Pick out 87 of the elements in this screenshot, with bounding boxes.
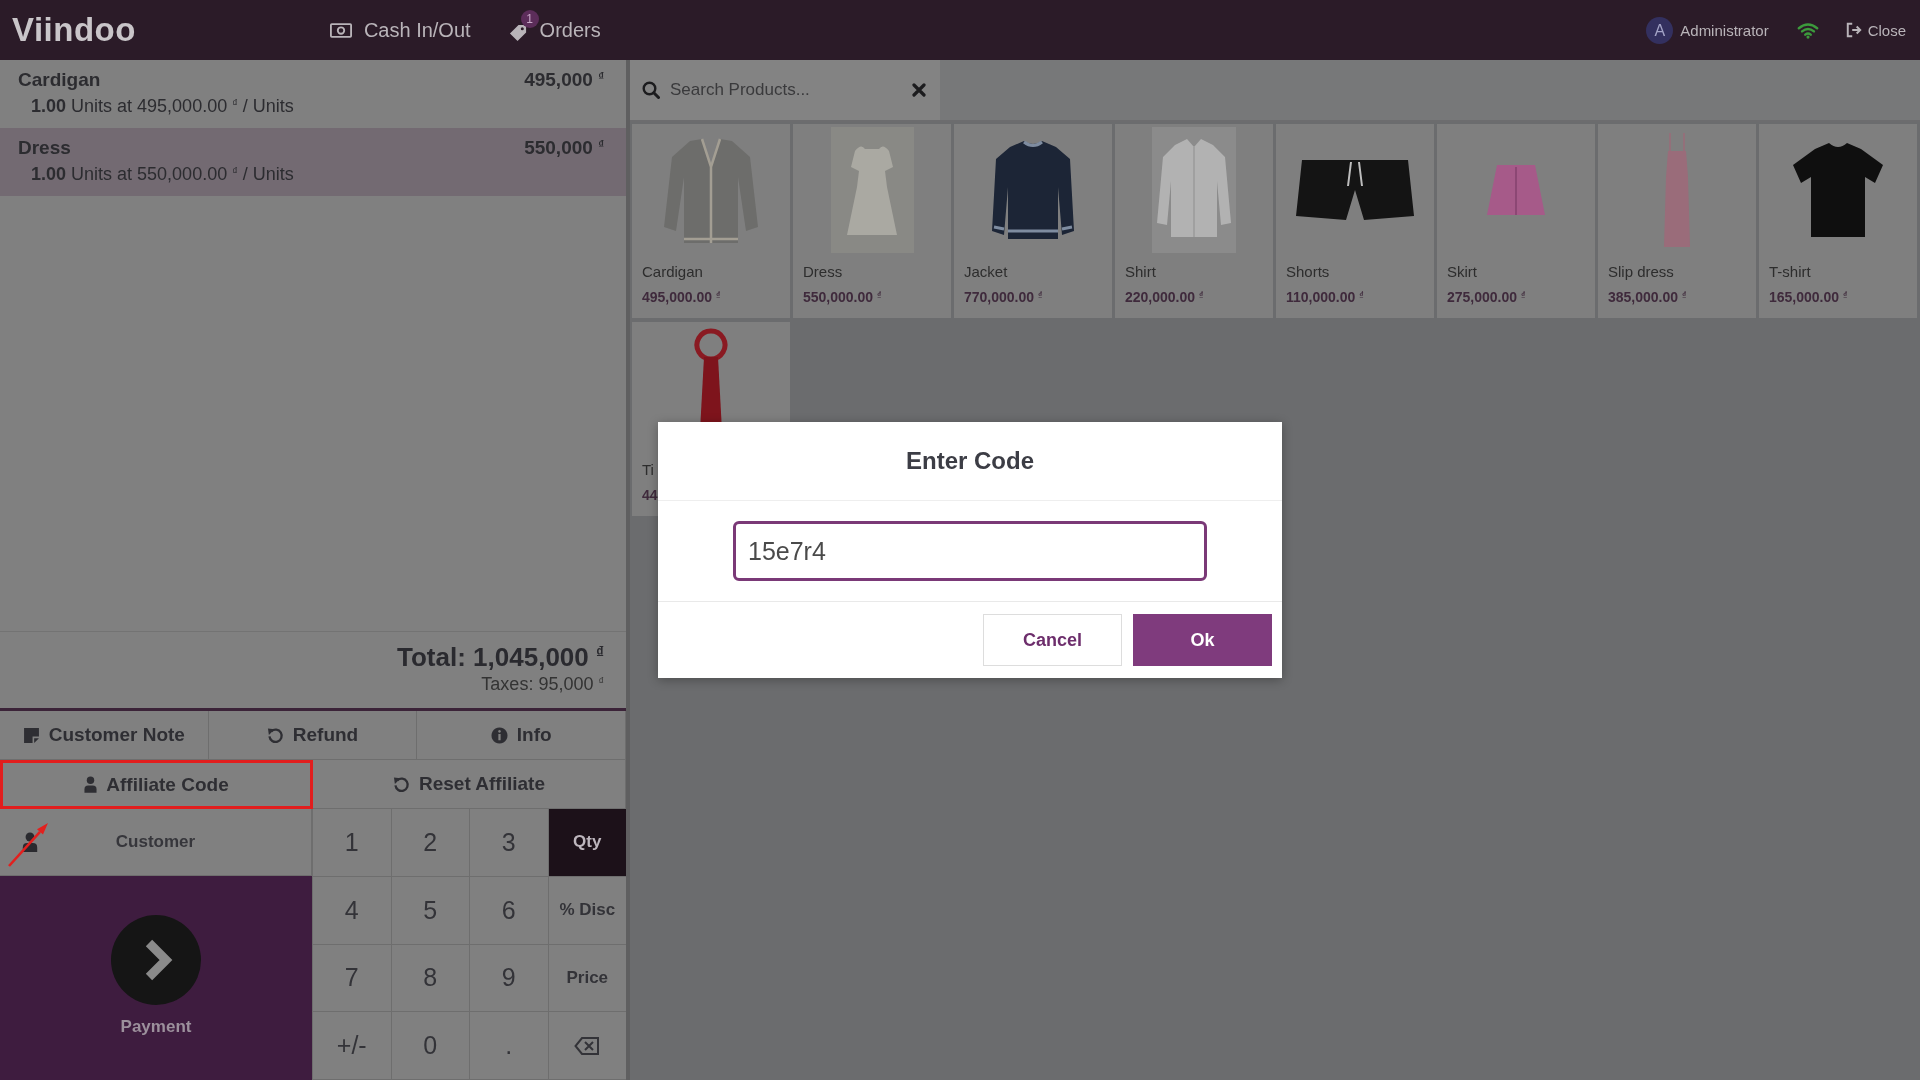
cancel-button[interactable]: Cancel: [983, 614, 1122, 666]
order-count-badge: 1: [520, 9, 539, 28]
customer-button[interactable]: Customer: [0, 809, 312, 876]
product-name: Ti: [642, 461, 654, 478]
cash-icon: [329, 22, 352, 38]
product-card[interactable]: Jacket 770,000.00 $^{₫}$: [954, 124, 1112, 318]
order-line-price: 550,000 $^{₫}$: [524, 137, 604, 159]
wifi-icon: [1796, 21, 1819, 39]
order-taxes: Taxes: 95,000 $^{₫}$: [481, 674, 604, 695]
user-name[interactable]: Administrator: [1680, 21, 1769, 39]
product-name: Shorts: [1286, 263, 1330, 280]
search-icon: [642, 81, 660, 99]
product-name: Jacket: [964, 263, 1008, 280]
info-icon: [490, 726, 508, 744]
dialog-title: Enter Code: [906, 447, 1034, 475]
code-input-field[interactable]: 15e7r4: [733, 521, 1207, 581]
backspace-key[interactable]: [547, 1012, 626, 1080]
numpad-key[interactable]: 8: [390, 944, 469, 1013]
product-card[interactable]: Dress 550,000.00 $^{₫}$: [793, 124, 951, 318]
product-card[interactable]: Skirt 275,000.00 $^{₫}$: [1437, 124, 1595, 318]
product-card[interactable]: T-shirt 165,000.00 $^{₫}$: [1759, 124, 1917, 318]
payment-button[interactable]: Payment: [0, 876, 312, 1080]
product-name: Slip dress: [1608, 263, 1674, 280]
product-price: 770,000.00 $^{₫}$: [964, 289, 1043, 305]
product-name: Dress: [803, 263, 843, 280]
product-price: 44: [642, 487, 658, 503]
tag-icon: [508, 22, 528, 42]
backspace-icon: [574, 1035, 601, 1056]
product-name: T-shirt: [1769, 263, 1811, 280]
product-price: 220,000.00 $^{₫}$: [1125, 289, 1204, 305]
product-price: 110,000.00 $^{₫}$: [1286, 289, 1364, 305]
cash-in-out-button[interactable]: Cash In/Out: [325, 12, 475, 48]
product-price: 275,000.00 $^{₫}$: [1447, 289, 1526, 305]
product-card[interactable]: Cardigan 495,000.00 $^{₫}$: [632, 124, 790, 318]
user-avatar[interactable]: A: [1646, 16, 1674, 44]
order-line-product: Dress: [18, 137, 71, 159]
order-line[interactable]: Cardigan 495,000 $^{₫}$ 1.00 Units at 495,000.00 $^{₫}$ / Units: [0, 60, 626, 128]
product-name: Skirt: [1447, 263, 1477, 280]
order-total: Total: 1,045,000 $^{₫}$: [397, 642, 604, 673]
reset-affiliate-button[interactable]: Reset Affiliate: [313, 760, 626, 809]
numpad-key[interactable]: +/-: [312, 1012, 391, 1080]
order-line-product: Cardigan: [18, 69, 101, 91]
product-card[interactable]: Shorts 110,000.00 $^{₫}$: [1276, 124, 1434, 318]
chevron-right-icon: [111, 915, 201, 1005]
mode-key[interactable]: Price: [547, 944, 626, 1013]
numpad-key[interactable]: 7: [312, 944, 391, 1013]
numpad-key[interactable]: 5: [390, 876, 469, 945]
ok-button[interactable]: Ok: [1133, 614, 1272, 666]
product-price: 385,000.00 $^{₫}$: [1608, 289, 1687, 305]
orders-button[interactable]: 1 Orders: [504, 12, 605, 48]
undo-icon: [266, 726, 284, 744]
product-price: 550,000.00 $^{₫}$: [803, 289, 882, 305]
numpad-key[interactable]: 4: [312, 876, 391, 945]
logo: Viindoo: [12, 11, 136, 49]
numpad-key[interactable]: 1: [312, 809, 391, 877]
close-button[interactable]: Close: [1844, 19, 1906, 41]
sign-out-icon: [1844, 22, 1863, 38]
numpad-key[interactable]: 6: [469, 876, 548, 945]
search-input[interactable]: Search Products...: [668, 76, 904, 104]
refund-button[interactable]: Refund: [208, 711, 418, 760]
order-line-detail: 1.00 Units at 495,000.00 $^{₫}$ / Units: [31, 96, 294, 117]
user-icon: [84, 776, 98, 793]
search-field[interactable]: Search Products...: [630, 60, 940, 120]
product-card[interactable]: Slip dress 385,000.00 $^{₫}$: [1598, 124, 1756, 318]
annotation-arrow-icon: [6, 821, 50, 869]
product-card[interactable]: Shirt 220,000.00 $^{₫}$: [1115, 124, 1273, 318]
affiliate-code-button[interactable]: Affiliate Code: [0, 760, 313, 809]
order-line-detail: 1.00 Units at 550,000.00 $^{₫}$ / Units: [31, 164, 294, 185]
undo-icon: [393, 775, 410, 793]
product-price: 495,000.00 $^{₫}$: [642, 289, 721, 305]
clear-icon[interactable]: [912, 83, 926, 97]
numpad-key[interactable]: 0: [390, 1012, 469, 1080]
customer-note-button[interactable]: Customer Note: [0, 711, 209, 760]
numpad-key[interactable]: .: [469, 1012, 548, 1080]
product-name: Cardigan: [642, 263, 703, 280]
product-name: Shirt: [1125, 263, 1156, 280]
skirt-drawing: [1485, 163, 1547, 217]
note-icon: [22, 726, 40, 744]
mode-key[interactable]: Qty: [547, 809, 626, 877]
numpad-key[interactable]: 2: [390, 809, 469, 877]
numpad-key[interactable]: 9: [469, 944, 548, 1013]
user-icon: [22, 832, 38, 852]
numpad-key[interactable]: 3: [469, 809, 548, 877]
order-line-price: 495,000 $^{₫}$: [524, 69, 604, 91]
product-price: 165,000.00 $^{₫}$: [1769, 289, 1848, 305]
mode-key[interactable]: % Disc: [547, 876, 626, 945]
info-button[interactable]: Info: [417, 711, 626, 760]
